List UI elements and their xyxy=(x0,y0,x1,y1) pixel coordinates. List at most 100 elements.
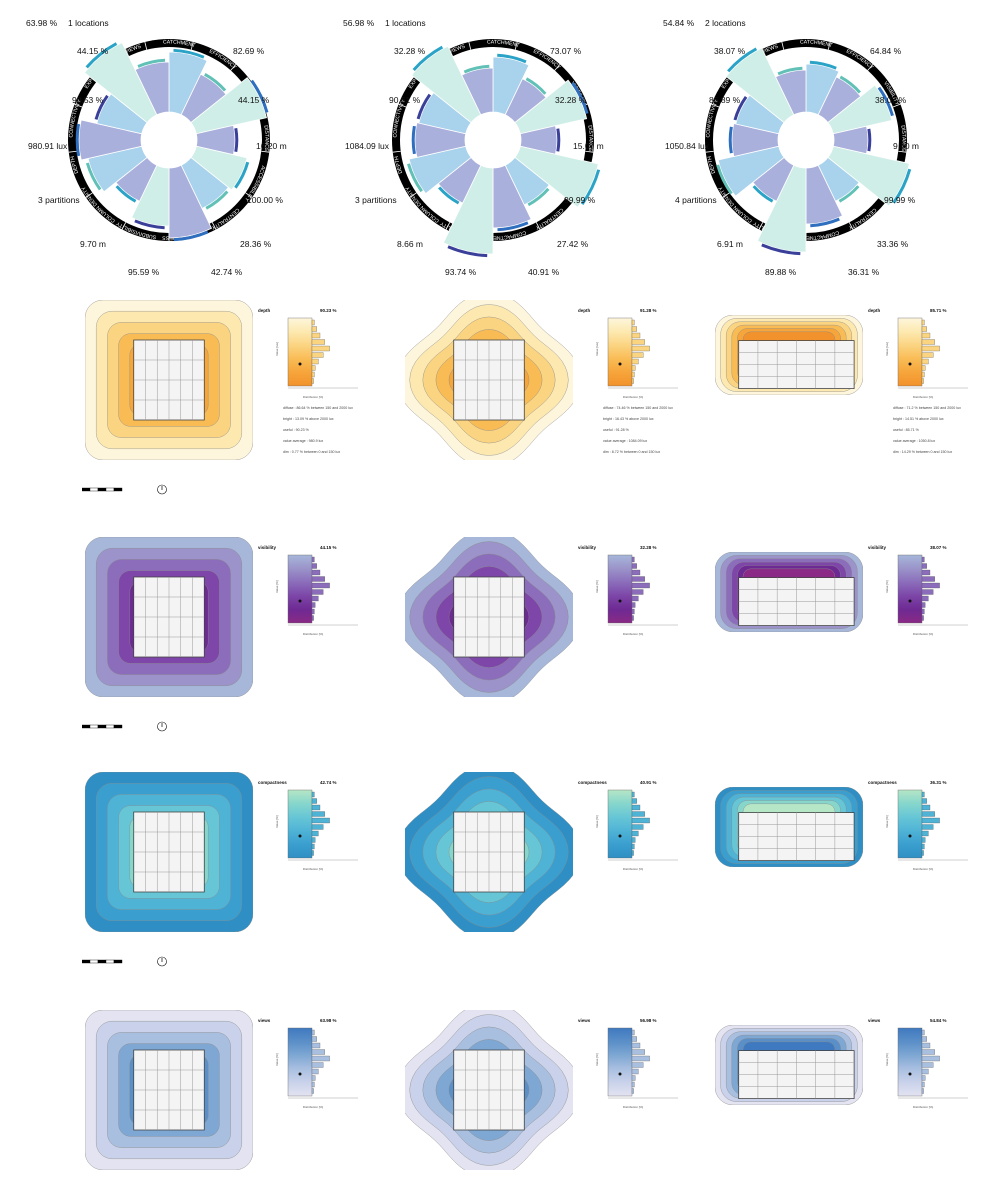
histogram-bar xyxy=(631,602,636,608)
rose-label-r1: 64.84 % xyxy=(870,46,902,56)
rose-label-r3: 15.07 m xyxy=(573,141,604,151)
scale-segment xyxy=(113,724,123,729)
metric-value: 42.74 % xyxy=(320,780,337,785)
radar-chart-2: CATCHMENTEFFICIENCYVISIBILITYDISTANCEACC… xyxy=(343,12,675,287)
heatmap-svg xyxy=(84,1009,254,1171)
metric-panel: visibility 38.07 % Value [%] Distribution [… xyxy=(868,545,968,695)
stat-line: useful : 90.23 % xyxy=(283,428,309,432)
histogram-bar xyxy=(921,358,929,365)
floor-heatmap-views-2 xyxy=(396,1001,582,1179)
scale-segment xyxy=(97,724,107,729)
stat-line: dim : 8.72 % between 0 and 150 lux xyxy=(603,450,661,454)
histogram-bar xyxy=(311,339,325,345)
floor-heatmap-visibility-3 xyxy=(714,551,864,633)
value-gradient xyxy=(287,317,313,387)
histogram-bar xyxy=(921,798,927,804)
histogram-bar xyxy=(921,589,934,595)
rose-label-l3: 980.91 lux xyxy=(28,141,68,151)
histogram: Value [%] Distribution [%] xyxy=(885,789,968,871)
rose-label-l3: 1084.09 lux xyxy=(345,141,389,151)
y-axis-label: Value [lux] xyxy=(595,342,599,356)
histogram-bar xyxy=(631,569,641,576)
histogram-bar xyxy=(921,371,925,378)
rose-label-top_right: 2 locations xyxy=(705,18,746,28)
histogram-bar xyxy=(631,563,637,569)
histogram-bar xyxy=(631,843,635,850)
x-axis-label: Distribution [%] xyxy=(623,395,643,399)
x-axis-label: Distribution [%] xyxy=(303,632,323,636)
y-axis-label: Value [lux] xyxy=(885,342,889,356)
scale-segment xyxy=(81,959,91,964)
histogram-bar xyxy=(921,811,935,817)
histogram-bar xyxy=(631,837,636,843)
histogram-bar xyxy=(311,371,315,378)
histogram-bar xyxy=(921,569,931,576)
y-axis-label: Value [%] xyxy=(275,1053,279,1066)
metric-title: depth xyxy=(258,308,271,313)
histogram-bar xyxy=(631,358,639,365)
metric-value: 91.28 % xyxy=(640,308,657,313)
metric-title: views xyxy=(868,1018,881,1023)
mean-marker xyxy=(908,599,912,603)
metric-title: depth xyxy=(578,308,591,313)
metric-value: 32.28 % xyxy=(640,545,657,550)
histogram-bar xyxy=(631,1081,635,1088)
rose-label-top_left: 63.98 % xyxy=(26,18,58,28)
metric-value: 56.98 % xyxy=(640,1018,657,1023)
stat-line: bright : 16.43 % above 2000 lux xyxy=(603,417,654,421)
mean-marker xyxy=(298,362,302,366)
rose-label-l2: 90.61 % xyxy=(389,95,421,105)
radar-chart-1: CATCHMENTEFFICIENCYVISIBILITYDISTANCEACC… xyxy=(26,12,348,287)
rose-label-l1: 44.15 % xyxy=(77,46,109,56)
histogram-bar xyxy=(921,817,940,824)
histogram-bar xyxy=(631,589,644,595)
histogram: Value [%] Distribution [%] xyxy=(275,789,358,871)
rose-label-r2: 38.07 % xyxy=(875,95,907,105)
histogram-bar xyxy=(921,824,934,830)
histogram: Value [lux] Distribution [%] xyxy=(885,317,968,399)
rose-label-l5: 8.66 m xyxy=(397,239,423,249)
x-axis-label: Distribution [%] xyxy=(303,1105,323,1109)
histogram-bar xyxy=(631,595,639,602)
histogram-bar xyxy=(921,791,925,798)
radar-center xyxy=(141,112,197,168)
x-axis-label: Distribution [%] xyxy=(623,632,643,636)
histogram-bar xyxy=(311,824,324,830)
histogram-bar xyxy=(311,602,316,608)
radar-wedge-cap xyxy=(556,128,561,152)
scale-segment xyxy=(105,959,115,964)
x-axis-label: Distribution [%] xyxy=(623,867,643,871)
histogram-bar xyxy=(311,563,317,569)
metric-value: 36.31 % xyxy=(930,780,947,785)
histogram-bar xyxy=(631,582,650,589)
histogram-bar xyxy=(631,811,645,817)
metric-panel: visibility 32.28 % Value [%] Distribution [… xyxy=(578,545,678,695)
histogram-bar xyxy=(921,830,929,837)
rose-label-top_left: 56.98 % xyxy=(343,18,375,28)
histogram-bar xyxy=(311,1068,319,1075)
metric-value: 40.91 % xyxy=(640,780,657,785)
histogram-bar xyxy=(311,365,316,371)
stat-line: bright : 14.51 % above 2000 lux xyxy=(893,417,944,421)
histogram-bar xyxy=(631,804,641,811)
y-axis-label: Value [%] xyxy=(275,580,279,593)
rose-label-top_right: 1 locations xyxy=(385,18,426,28)
histogram-bar xyxy=(311,850,314,856)
histogram: Value [lux] Distribution [%] xyxy=(275,317,358,399)
histogram-bar xyxy=(631,1029,635,1036)
rose-label-bottom_right: 40.91 % xyxy=(528,267,560,277)
metric-title: visibility xyxy=(868,545,887,550)
histogram-bar xyxy=(921,332,931,339)
page: CATCHMENTEFFICIENCYVISIBILITYDISTANCEACC… xyxy=(0,0,998,1200)
histogram-bar xyxy=(631,1055,650,1062)
rose-label-r4: 99.99 % xyxy=(884,195,916,205)
histogram-bar xyxy=(311,608,315,615)
rose-label-l2: 86.89 % xyxy=(709,95,741,105)
scale-segment xyxy=(97,959,107,964)
metric-panel: views 63.98 % Value [%] Distribution [%] xyxy=(258,1018,358,1168)
x-axis-label: Distribution [%] xyxy=(913,395,933,399)
histogram-bar xyxy=(631,339,645,345)
histogram-bar xyxy=(921,339,935,345)
radar-wedge-cap xyxy=(75,123,81,157)
metric-panel: depth 90.23 % Value [lux] Distribution [%] d… xyxy=(258,308,358,458)
